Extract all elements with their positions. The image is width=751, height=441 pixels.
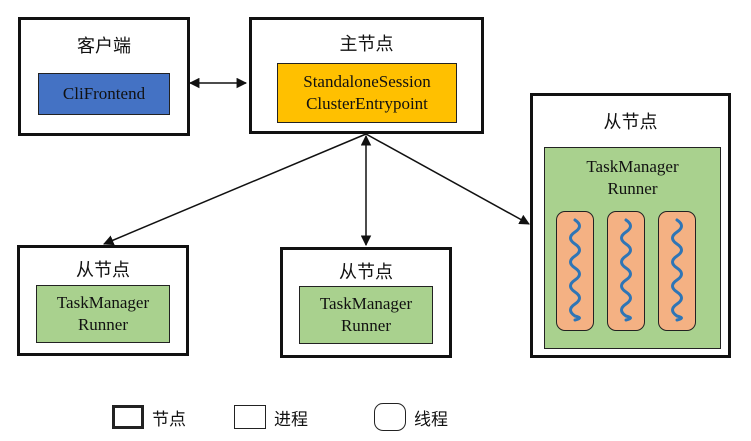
worker-node-right: 从节点 TaskManager Runner (530, 93, 731, 358)
legend-thread-swatch (374, 403, 406, 431)
standalone-session-process: StandaloneSession ClusterEntrypoint (277, 63, 457, 123)
worker-left-process-line-1: TaskManager (56, 293, 150, 312)
worker-left-process: TaskManager Runner (36, 285, 170, 343)
arrow-master-worker-left (103, 133, 367, 246)
thread-1 (556, 211, 594, 331)
master-process-line-2: ClusterEntrypoint (306, 94, 428, 113)
client-node: 客户端 CliFrontend (18, 17, 190, 136)
worker-middle-process-line-1: TaskManager (319, 294, 413, 313)
worker-left-process-line-2: Runner (77, 315, 129, 334)
worker-right-title: 从节点 (603, 112, 658, 133)
legend-process-label: 进程 (274, 410, 308, 430)
cli-frontend-process: CliFrontend (38, 73, 170, 115)
worker-middle-title: 从节点 (339, 262, 393, 283)
client-node-title: 客户端 (77, 36, 131, 57)
cli-frontend-label: CliFrontend (62, 84, 146, 103)
thread-1-squiggle-icon (569, 218, 581, 322)
thread-3-squiggle-icon (671, 218, 683, 322)
worker-node-left: 从节点 TaskManager Runner (17, 245, 189, 356)
worker-left-title: 从节点 (76, 260, 130, 281)
worker-middle-process-line-2: Runner (340, 316, 392, 335)
master-process-line-1: StandaloneSession (303, 72, 431, 91)
master-node: 主节点 StandaloneSession ClusterEntrypoint (249, 17, 484, 134)
legend-thread-label: 线程 (414, 410, 448, 430)
worker-right-process-line-1: TaskManager (586, 157, 679, 176)
arrow-master-worker-right (365, 133, 530, 225)
legend-process-swatch (234, 405, 266, 429)
thread-2-squiggle-icon (620, 218, 632, 322)
thread-3 (658, 211, 696, 331)
legend-node-swatch (112, 405, 144, 429)
worker-middle-process: TaskManager Runner (299, 286, 433, 344)
legend-node-label: 节点 (152, 410, 186, 430)
worker-right-process-line-2: Runner (607, 179, 658, 198)
worker-node-middle: 从节点 TaskManager Runner (280, 247, 452, 358)
thread-2 (607, 211, 645, 331)
master-node-title: 主节点 (339, 34, 394, 55)
